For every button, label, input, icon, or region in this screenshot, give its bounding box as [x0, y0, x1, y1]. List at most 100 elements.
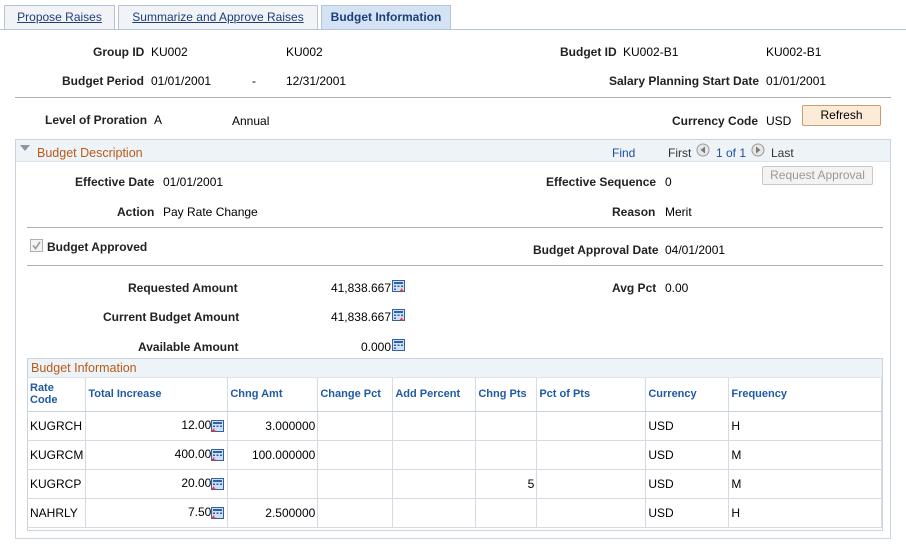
approval-date-label: Budget Approval Date — [533, 243, 659, 257]
calculator-icon[interactable] — [392, 309, 406, 322]
tab-bar: Propose Raises Summarize and Approve Rai… — [0, 5, 906, 29]
change-pct-cell — [317, 440, 394, 470]
available-amount-value: 0.000 — [360, 340, 391, 354]
table-row: NAHRLY 7.50 2.500000 USD H — [28, 498, 882, 528]
total-increase-cell: 20.00 — [85, 469, 229, 499]
current-budget-label: Current Budget Amount — [103, 310, 240, 324]
effective-date-value: 01/01/2001 — [163, 175, 224, 189]
budget-period-label: Budget Period — [62, 74, 145, 88]
first-label: First — [668, 146, 692, 160]
currency-code-label: Currency Code — [672, 114, 759, 128]
chng-amt-cell — [227, 469, 319, 499]
column-header-add-percent[interactable]: Add Percent — [392, 378, 477, 412]
approval-date-value: 04/01/2001 — [665, 243, 726, 257]
tab-budget-information-label: Budget Information — [330, 10, 442, 24]
column-header-pct-of-pts[interactable]: Pct of Pts — [536, 378, 647, 412]
previous-arrow-icon[interactable] — [696, 143, 710, 157]
budget-information-table: Rate Code Total Increase Chng Amt Change… — [28, 378, 882, 528]
column-header-frequency[interactable]: Frequency — [728, 378, 882, 412]
add-percent-cell — [392, 498, 477, 528]
add-percent-cell — [392, 440, 477, 470]
pct-of-pts-cell — [536, 440, 647, 470]
budget-id-desc: KU002-B1 — [766, 45, 822, 59]
column-header-change-pct[interactable]: Change Pct — [317, 378, 394, 412]
description-divider-1 — [27, 227, 883, 228]
column-header-rate-code[interactable]: Rate Code — [28, 378, 87, 412]
chng-pts-cell — [475, 498, 538, 528]
frequency-cell: H — [728, 411, 882, 441]
pct-of-pts-cell — [536, 498, 647, 528]
reason-label: Reason — [612, 205, 656, 219]
total-increase-cell: 400.00 — [85, 440, 229, 470]
avg-pct-label: Avg Pct — [612, 281, 657, 295]
budget-id-value: KU002-B1 — [623, 45, 679, 59]
chng-amt-cell: 100.000000 — [227, 440, 319, 470]
table-header-row: Rate Code Total Increase Chng Amt Change… — [28, 378, 882, 412]
budget-approved-checkbox[interactable] — [30, 239, 43, 252]
proration-label: Level of Proration — [45, 113, 148, 127]
budget-period-start: 01/01/2001 — [151, 74, 212, 88]
currency-cell: USD — [645, 440, 730, 470]
proration-code: A — [154, 113, 163, 127]
change-pct-cell — [317, 469, 394, 499]
calculator-icon[interactable] — [211, 448, 225, 462]
total-increase-value: 20.00 — [181, 476, 212, 491]
total-increase-value: 12.00 — [181, 418, 212, 433]
frequency-cell: M — [728, 440, 882, 470]
salary-start-value: 01/01/2001 — [766, 74, 827, 88]
avg-pct-value: 0.00 — [665, 281, 689, 295]
proration-desc: Annual — [232, 114, 270, 128]
next-arrow-icon[interactable] — [751, 143, 765, 157]
available-amount-label: Available Amount — [138, 340, 239, 354]
pagination-count: 1 of 1 — [716, 146, 747, 160]
frequency-cell: H — [728, 498, 882, 528]
effective-sequence-value: 0 — [665, 175, 672, 189]
last-label: Last — [771, 146, 794, 160]
calculator-icon[interactable] — [392, 280, 406, 293]
budget-information-grid: Budget Information Rate Code Total Incre… — [27, 358, 883, 531]
current-budget-value: 41,838.667 — [330, 310, 391, 324]
tab-summarize-approve[interactable]: Summarize and Approve Raises — [118, 5, 318, 29]
collapse-triangle-icon[interactable] — [19, 143, 31, 153]
request-approval-button[interactable]: Request Approval — [762, 166, 873, 185]
budget-period-separator: - — [252, 74, 256, 88]
rate-code-cell: KUGRCH — [28, 411, 87, 441]
tab-budget-information[interactable]: Budget Information — [321, 5, 451, 29]
effective-sequence-label: Effective Sequence — [546, 175, 657, 189]
calculator-icon[interactable] — [392, 339, 406, 352]
calculator-icon[interactable] — [211, 419, 225, 433]
group-id-desc: KU002 — [286, 45, 323, 59]
rate-code-cell: NAHRLY — [28, 498, 87, 528]
budget-information-title: Budget Information — [28, 359, 882, 378]
tab-propose-raises[interactable]: Propose Raises — [4, 5, 115, 29]
effective-date-label: Effective Date — [75, 175, 155, 189]
column-header-chng-amt[interactable]: Chng Amt — [227, 378, 319, 412]
currency-cell: USD — [645, 498, 730, 528]
add-percent-cell — [392, 411, 477, 441]
chng-pts-cell: 5 — [475, 469, 538, 499]
currency-cell: USD — [645, 469, 730, 499]
change-pct-cell — [317, 411, 394, 441]
action-label: Action — [117, 205, 155, 219]
find-link[interactable]: Find — [612, 146, 635, 160]
calculator-icon[interactable] — [211, 506, 225, 520]
salary-start-label: Salary Planning Start Date — [609, 74, 760, 88]
total-increase-cell: 12.00 — [85, 411, 229, 441]
chng-pts-cell — [475, 440, 538, 470]
add-percent-cell — [392, 469, 477, 499]
rate-code-cell: KUGRCM — [28, 440, 87, 470]
budget-period-end: 12/31/2001 — [286, 74, 347, 88]
currency-cell: USD — [645, 411, 730, 441]
refresh-button[interactable]: Refresh — [802, 105, 881, 126]
column-header-currency[interactable]: Currency — [645, 378, 730, 412]
calculator-icon[interactable] — [211, 477, 225, 491]
budget-id-label: Budget ID — [560, 45, 617, 59]
total-increase-value: 7.50 — [187, 505, 212, 520]
reason-value: Merit — [665, 205, 692, 219]
table-row: KUGRCP 20.00 5 USD M — [28, 469, 882, 499]
table-row: KUGRCM 400.00 100.000000 USD M — [28, 440, 882, 470]
chng-pts-cell — [475, 411, 538, 441]
column-header-chng-pts[interactable]: Chng Pts — [475, 378, 538, 412]
requested-amount-value: 41,838.667 — [330, 281, 391, 295]
column-header-total-increase[interactable]: Total Increase — [85, 378, 229, 412]
